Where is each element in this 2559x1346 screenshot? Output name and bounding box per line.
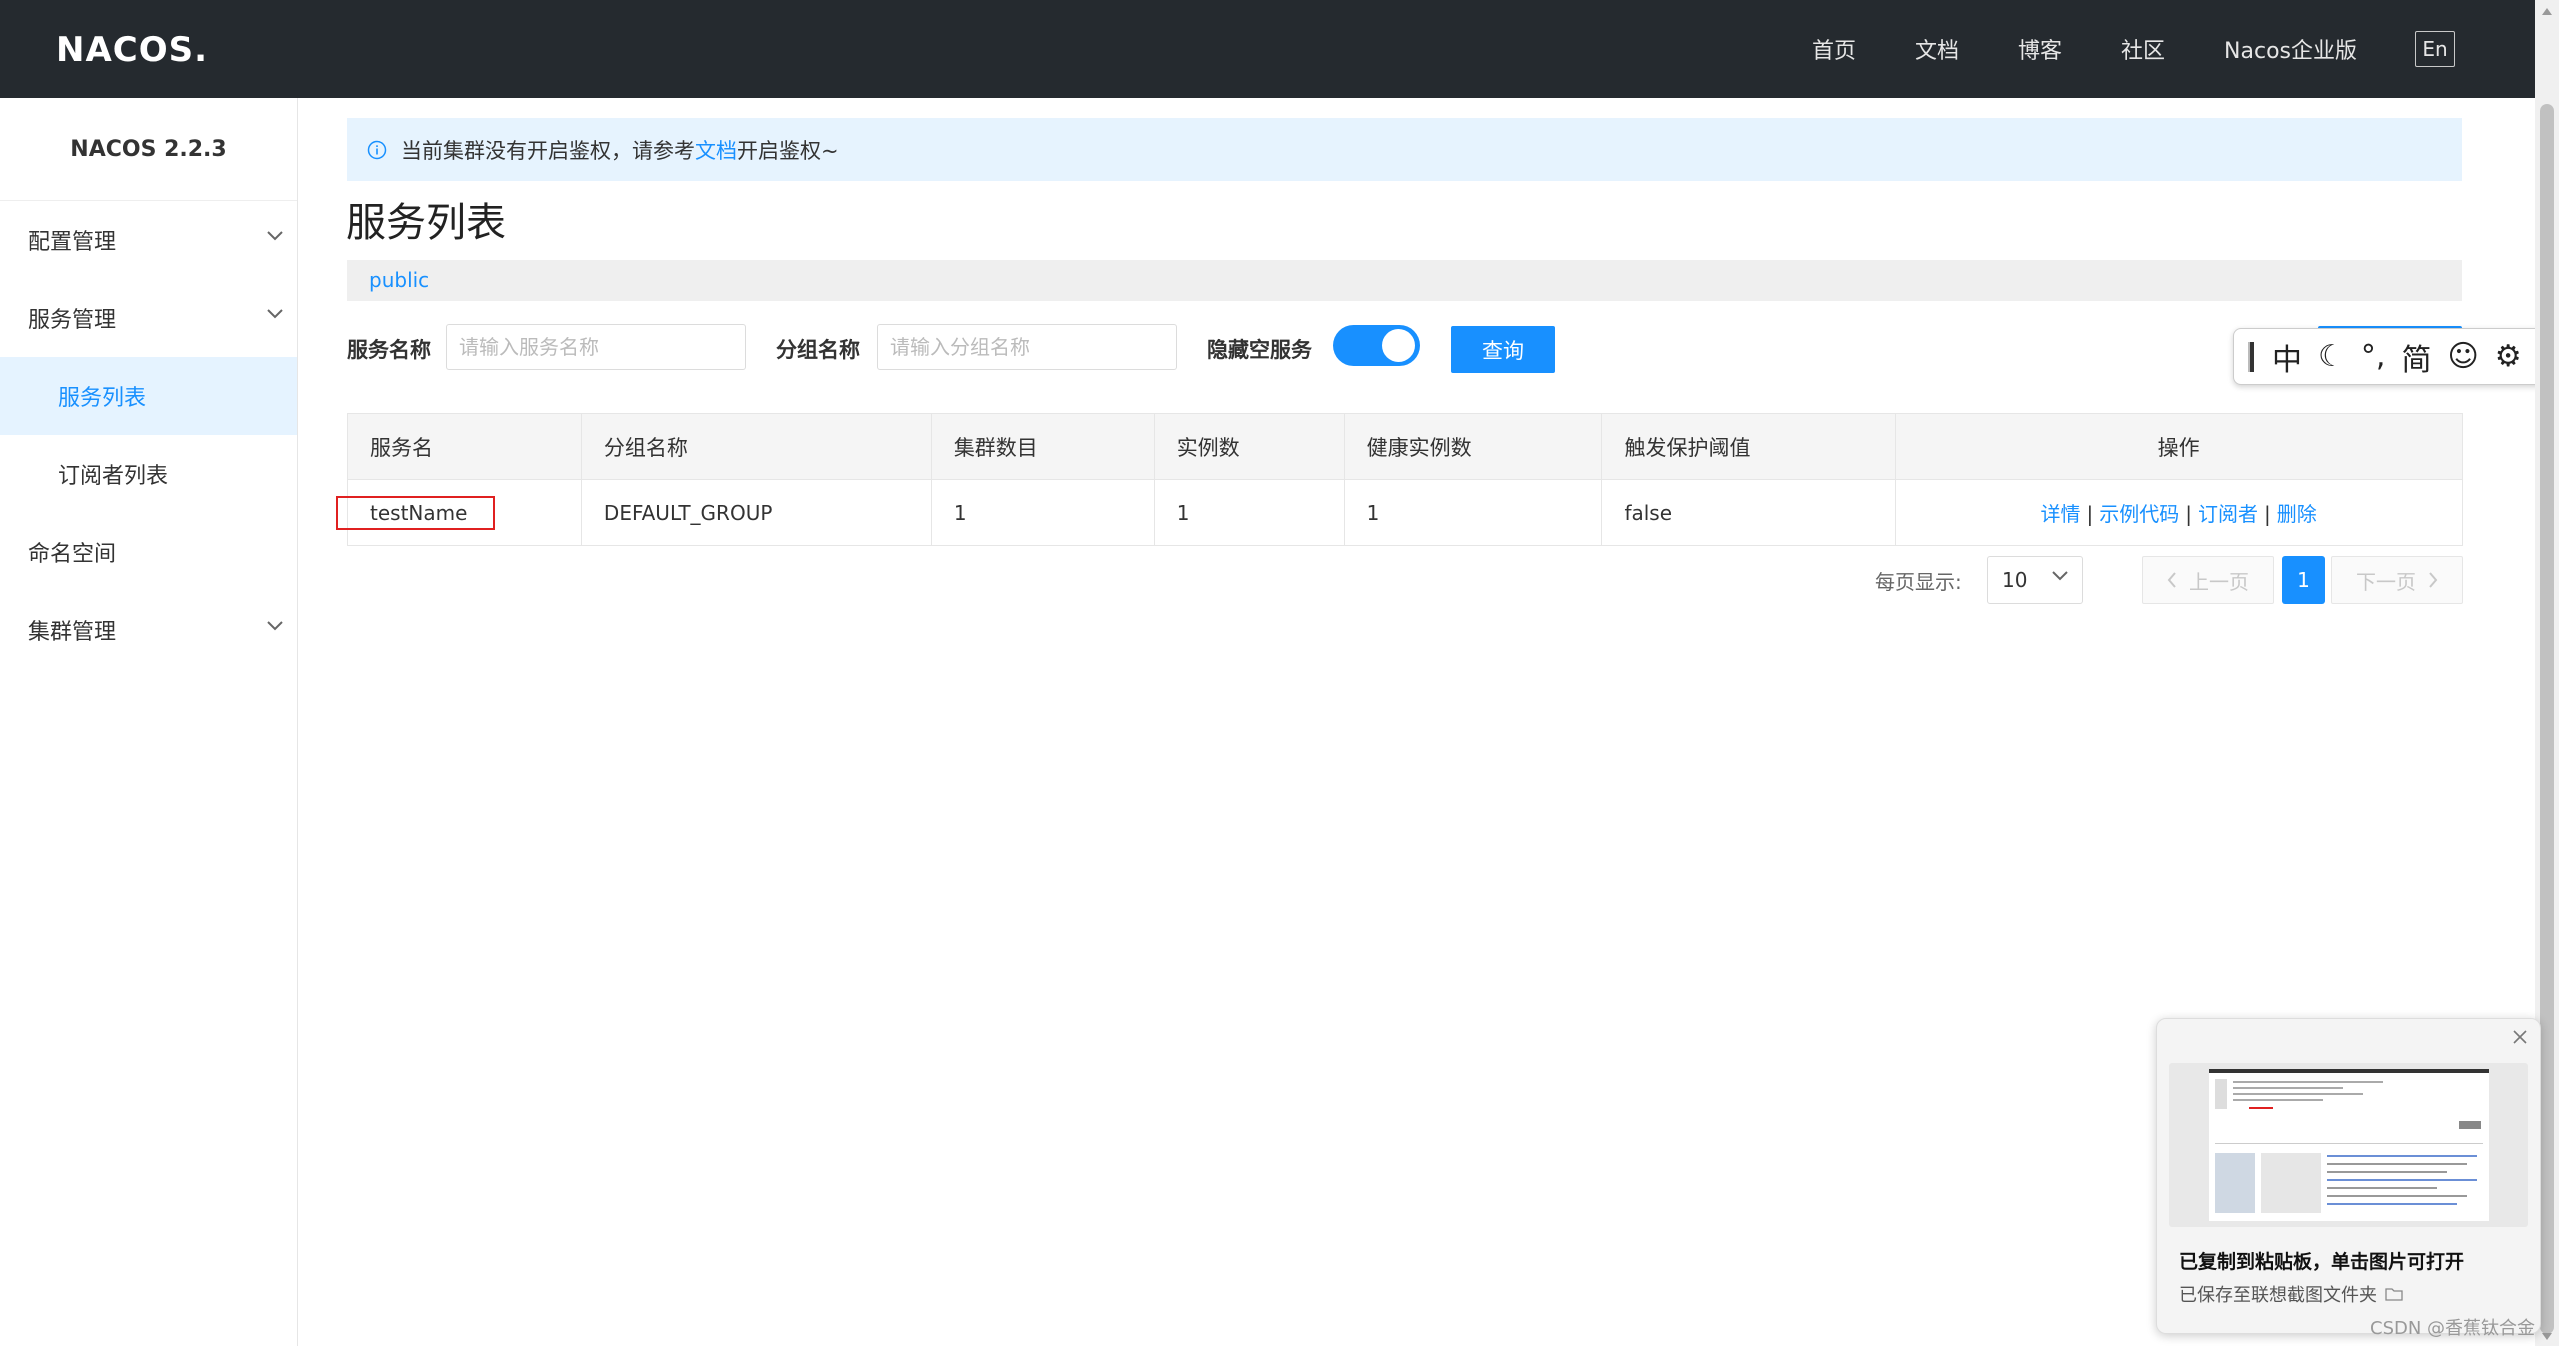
chevron-down-icon: [2052, 571, 2068, 581]
sidebar-item-namespace[interactable]: 命名空间: [0, 513, 297, 591]
column-header-actions: 操作: [1895, 413, 2463, 480]
language-toggle-button[interactable]: En: [2415, 31, 2455, 67]
ime-moon-icon[interactable]: ☾: [2318, 339, 2345, 374]
divider: |: [2086, 502, 2094, 526]
sidebar-item-service-management[interactable]: 服务管理: [0, 279, 297, 357]
scroll-up-arrow-icon[interactable]: [2542, 8, 2552, 15]
notice-doc-link[interactable]: 文档: [695, 135, 737, 165]
info-icon: [367, 140, 387, 159]
nav-home-link[interactable]: 首页: [1812, 33, 1856, 65]
notice-text-suffix: 开启鉴权~: [737, 138, 839, 163]
svg-text:NACOS.: NACOS.: [56, 30, 206, 70]
column-header-service[interactable]: 服务名: [347, 413, 582, 480]
auth-notice-banner: 当前集群没有开启鉴权，请参考 文档 开启鉴权~: [347, 118, 2462, 181]
watermark: CSDN @香蕉钛合金: [2370, 1318, 2536, 1339]
ime-emoji-icon[interactable]: ☺: [2447, 339, 2478, 374]
divider: |: [2264, 502, 2271, 526]
top-nav: 首页 文档 博客 社区 Nacos企业版 En: [1753, 0, 2455, 98]
column-header-group[interactable]: 分组名称: [581, 413, 932, 480]
service-name-input[interactable]: [446, 324, 746, 370]
divider: |: [2185, 502, 2193, 526]
query-button[interactable]: 查询: [1451, 326, 1555, 373]
cell-group-name: DEFAULT_GROUP: [581, 479, 932, 546]
table-row: testName DEFAULT_GROUP 1 1 1 false 详情 | 示例…: [347, 479, 2463, 546]
toast-subtitle: 已保存至联想截图文件夹: [2179, 1281, 2403, 1307]
sidebar-item-label: 配置管理: [28, 230, 117, 255]
page-title: 服务列表: [346, 200, 506, 246]
notice-text: 当前集群没有开启鉴权，请参考: [401, 138, 695, 163]
hide-empty-services-label: 隐藏空服务: [1207, 338, 1312, 362]
toast-subtitle-text: 已保存至联想截图文件夹: [2179, 1285, 2377, 1306]
hide-empty-services-toggle[interactable]: [1333, 325, 1420, 366]
column-header-instances[interactable]: 实例数: [1154, 413, 1345, 480]
ime-simplified-icon[interactable]: 简: [2401, 335, 2431, 379]
sidebar-item-label: 命名空间: [28, 542, 117, 567]
cell-healthy-count: 1: [1344, 479, 1603, 546]
nav-enterprise-link[interactable]: Nacos企业版: [2224, 33, 2357, 65]
toast-title: 已复制到粘贴板，单击图片可打开: [2179, 1251, 2465, 1273]
chevron-down-icon: [267, 309, 283, 319]
cell-actions: 详情 | 示例代码 | 订阅者 | 删除: [1895, 479, 2463, 546]
chevron-down-icon: [267, 621, 283, 631]
page-size-value: 10: [2002, 568, 2028, 592]
column-header-healthy[interactable]: 健康实例数: [1344, 413, 1603, 480]
sample-code-link[interactable]: 示例代码: [2099, 502, 2179, 526]
cell-protect-threshold: false: [1601, 479, 1897, 546]
ime-drag-handle[interactable]: [2248, 341, 2254, 372]
page-size-select[interactable]: 10: [1987, 556, 2083, 604]
nacos-logo[interactable]: NACOS.: [56, 28, 206, 70]
page-1-button[interactable]: 1: [2282, 556, 2325, 604]
folder-icon[interactable]: [2385, 1287, 2403, 1301]
column-header-clusters[interactable]: 集群数目: [931, 413, 1155, 480]
screenshot-toast[interactable]: 已复制到粘贴板，单击图片可打开 已保存至联想截图文件夹: [2156, 1018, 2541, 1334]
namespace-tab-public[interactable]: public: [369, 268, 429, 292]
page-size-label: 每页显示:: [1875, 570, 1962, 594]
sidebar-item-label: 订阅者列表: [58, 464, 169, 489]
prev-page-label: 上一页: [2189, 569, 2249, 594]
nav-docs-link[interactable]: 文档: [1915, 33, 1959, 65]
ime-punctuation-icon[interactable]: °,: [2361, 339, 2386, 374]
cell-instance-count: 1: [1154, 479, 1345, 546]
screenshot-thumbnail[interactable]: [2169, 1063, 2528, 1227]
chevron-right-icon: [2429, 572, 2438, 588]
ime-chinese-mode-icon[interactable]: 中: [2272, 335, 2302, 379]
detail-link[interactable]: 详情: [2041, 502, 2081, 526]
thumbnail-preview-image: [2209, 1069, 2489, 1221]
table-header-row: 服务名 分组名称 集群数目 实例数 健康实例数 触发保护阈值 操作: [347, 413, 2463, 480]
column-header-threshold[interactable]: 触发保护阈值: [1601, 413, 1897, 480]
group-name-input[interactable]: [877, 324, 1177, 370]
sidebar-item-subscriber-list[interactable]: 订阅者列表: [0, 435, 297, 513]
ime-settings-icon[interactable]: ⚙: [2495, 339, 2522, 374]
chevron-left-icon: [2167, 572, 2176, 588]
service-name-label: 服务名称: [347, 338, 431, 362]
next-page-label: 下一页: [2356, 569, 2416, 594]
cell-cluster-count: 1: [931, 479, 1155, 546]
group-name-label: 分组名称: [776, 338, 860, 362]
subscribers-link[interactable]: 订阅者: [2198, 502, 2258, 526]
close-icon[interactable]: [2512, 1029, 2528, 1045]
version-label: NACOS 2.2.3: [0, 98, 297, 201]
sidebar-item-label: 服务列表: [58, 386, 147, 411]
sidebar-item-label: 集群管理: [28, 620, 117, 645]
sidebar: NACOS 2.2.3 配置管理 服务管理 服务列表 订阅者列表 命名空间 集群…: [0, 98, 298, 1346]
prev-page-button[interactable]: 上一页: [2142, 556, 2274, 604]
chevron-down-icon: [267, 231, 283, 241]
sidebar-item-label: 服务管理: [28, 308, 117, 333]
scroll-thumb[interactable]: [2540, 104, 2554, 1334]
scroll-down-arrow-icon[interactable]: [2542, 1333, 2552, 1340]
next-page-button[interactable]: 下一页: [2331, 556, 2463, 604]
nav-blog-link[interactable]: 博客: [2018, 33, 2062, 65]
service-table: 服务名 分组名称 集群数目 实例数 健康实例数 触发保护阈值 操作 testNa…: [347, 413, 2463, 546]
delete-link[interactable]: 删除: [2277, 502, 2317, 526]
cell-service-name: testName: [347, 479, 582, 546]
sidebar-item-config-management[interactable]: 配置管理: [0, 201, 297, 279]
nav-community-link[interactable]: 社区: [2121, 33, 2165, 65]
toggle-knob: [1382, 329, 1415, 362]
top-bar: NACOS. 首页 文档 博客 社区 Nacos企业版 En: [0, 0, 2535, 98]
sidebar-item-service-list[interactable]: 服务列表: [0, 357, 297, 435]
sidebar-item-cluster-management[interactable]: 集群管理: [0, 591, 297, 669]
ime-toolbar: 中 ☾ °, 简 ☺ ⚙: [2233, 328, 2559, 385]
namespace-bar: public: [347, 260, 2462, 301]
